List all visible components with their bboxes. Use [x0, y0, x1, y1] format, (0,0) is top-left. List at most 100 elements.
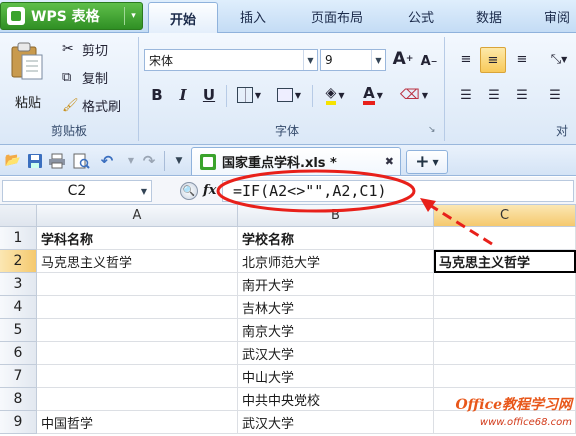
row-header[interactable]: 9: [0, 411, 37, 434]
align-left-button[interactable]: ☰: [454, 83, 478, 107]
tab-formulas[interactable]: 公式: [392, 0, 450, 33]
copy-button[interactable]: ⧉ 复制: [62, 67, 108, 87]
cell-B5[interactable]: 南京大学: [238, 319, 434, 342]
name-box[interactable]: C2 ▼: [2, 180, 152, 202]
tab-review[interactable]: 审阅: [528, 0, 576, 33]
row-header[interactable]: 4: [0, 296, 37, 319]
align-center-button[interactable]: ☰: [482, 83, 506, 107]
cell-A6[interactable]: [37, 342, 238, 365]
cell-B3[interactable]: 南开大学: [238, 273, 434, 296]
undo-icon[interactable]: ↶: [98, 152, 116, 170]
cell-B8[interactable]: 中共中央党校: [238, 388, 434, 411]
insert-function-button[interactable]: fx: [203, 183, 216, 198]
merge-cells-button[interactable]: ▼: [272, 83, 306, 107]
spreadsheet-file-icon: [200, 153, 216, 170]
chevron-down-icon: ▼: [371, 50, 385, 70]
cell-C4[interactable]: [434, 296, 576, 319]
row-header[interactable]: 5: [0, 319, 37, 342]
align-left-icon: ☰: [460, 87, 472, 103]
cell-B1[interactable]: 学校名称: [238, 227, 434, 250]
document-tab[interactable]: 国家重点学科.xls * ✖: [191, 147, 401, 175]
cell-C6[interactable]: [434, 342, 576, 365]
save-icon[interactable]: [26, 152, 44, 169]
align-right-button[interactable]: ☰: [510, 83, 534, 107]
align-bottom-icon: ≡: [516, 51, 528, 67]
font-size-select[interactable]: 9 ▼: [320, 49, 386, 71]
row-header[interactable]: 1: [0, 227, 37, 250]
row-header[interactable]: 8: [0, 388, 37, 411]
cell-B9[interactable]: 武汉大学: [238, 411, 434, 434]
column-header-a[interactable]: A: [37, 205, 238, 227]
paste-button[interactable]: 粘贴: [8, 41, 48, 111]
cell-B4[interactable]: 吉林大学: [238, 296, 434, 319]
cell-A7[interactable]: [37, 365, 238, 388]
justify-button[interactable]: ☰: [540, 83, 570, 107]
align-right-icon: ☰: [516, 87, 528, 103]
cell-A8[interactable]: [37, 388, 238, 411]
wps-app-button[interactable]: WPS 表格 ▾: [0, 2, 143, 30]
align-bottom-button[interactable]: ≡: [510, 47, 534, 71]
fill-color-button[interactable]: ◈ ▼: [318, 83, 352, 107]
clear-format-button[interactable]: ⌫ ▼: [396, 83, 432, 107]
tab-home[interactable]: 开始: [148, 2, 218, 34]
shrink-font-button[interactable]: A −: [418, 50, 440, 72]
chevron-down-icon[interactable]: ▼: [122, 152, 140, 169]
group-divider: [444, 37, 445, 141]
print-preview-icon[interactable]: [72, 152, 90, 169]
borders-button[interactable]: ▼: [232, 83, 266, 107]
select-all-corner[interactable]: [0, 205, 37, 227]
grow-font-button[interactable]: A +: [392, 47, 414, 71]
dialog-launcher-icon[interactable]: ↘: [428, 125, 436, 135]
open-folder-icon[interactable]: 📂: [4, 152, 22, 169]
search-function-icon[interactable]: 🔍: [180, 182, 198, 200]
row-header[interactable]: 2: [0, 250, 37, 273]
align-top-button[interactable]: ≡: [454, 47, 478, 71]
print-icon[interactable]: [48, 152, 66, 169]
active-cell-C2[interactable]: 马克思主义哲学: [434, 250, 576, 273]
bold-button[interactable]: B: [146, 83, 168, 107]
chevron-down-icon[interactable]: ▾: [124, 7, 142, 25]
cell-B2[interactable]: 北京师范大学: [238, 250, 434, 273]
text-direction-button[interactable]: ⤡ ▼: [544, 47, 574, 71]
cell-B6[interactable]: 武汉大学: [238, 342, 434, 365]
group-divider: [138, 37, 139, 141]
align-middle-button[interactable]: ≡: [480, 47, 506, 73]
cell-C3[interactable]: [434, 273, 576, 296]
redo-icon[interactable]: ↷: [140, 152, 158, 170]
formula-bar: C2 ▼ 🔍 fx =IF(A2<>"",A2,C1): [0, 177, 576, 205]
close-tab-icon[interactable]: ✖: [385, 155, 394, 168]
text-direction-icon: ⤡: [550, 51, 562, 67]
cell-A5[interactable]: [37, 319, 238, 342]
tab-page-layout[interactable]: 页面布局: [292, 0, 382, 33]
chevron-down-icon: ▼: [140, 186, 147, 196]
cut-button[interactable]: ✂ 剪切: [62, 39, 108, 59]
font-size-value: 9: [325, 53, 333, 67]
watermark-title: Office教程学习网: [455, 397, 572, 413]
cell-A3[interactable]: [37, 273, 238, 296]
cell-C5[interactable]: [434, 319, 576, 342]
align-center-icon: ☰: [488, 87, 500, 103]
column-header-c[interactable]: C: [434, 205, 576, 227]
tab-insert[interactable]: 插入: [224, 0, 282, 33]
cell-A1[interactable]: 学科名称: [37, 227, 238, 250]
cell-A2[interactable]: 马克思主义哲学: [37, 250, 238, 273]
tab-data[interactable]: 数据: [460, 0, 518, 33]
formula-input[interactable]: =IF(A2<>"",A2,C1): [222, 180, 574, 202]
new-tab-button[interactable]: + ▼: [406, 150, 448, 174]
cell-C1[interactable]: [434, 227, 576, 250]
format-painter-button[interactable]: 🖌 格式刷: [62, 95, 121, 115]
cell-A4[interactable]: [37, 296, 238, 319]
row-header[interactable]: 7: [0, 365, 37, 388]
underline-button[interactable]: U: [198, 83, 220, 107]
cell-B7[interactable]: 中山大学: [238, 365, 434, 388]
font-name-select[interactable]: 宋体 ▼: [144, 49, 318, 71]
paste-icon: [11, 42, 43, 80]
font-color-button[interactable]: A ▼: [356, 83, 390, 107]
cell-A9[interactable]: 中国哲学: [37, 411, 238, 434]
row-header[interactable]: 3: [0, 273, 37, 296]
row-header[interactable]: 6: [0, 342, 37, 365]
column-header-b[interactable]: B: [238, 205, 434, 227]
customize-toolbar-icon[interactable]: ▼: [170, 152, 188, 169]
cell-C7[interactable]: [434, 365, 576, 388]
italic-button[interactable]: I: [172, 83, 194, 107]
